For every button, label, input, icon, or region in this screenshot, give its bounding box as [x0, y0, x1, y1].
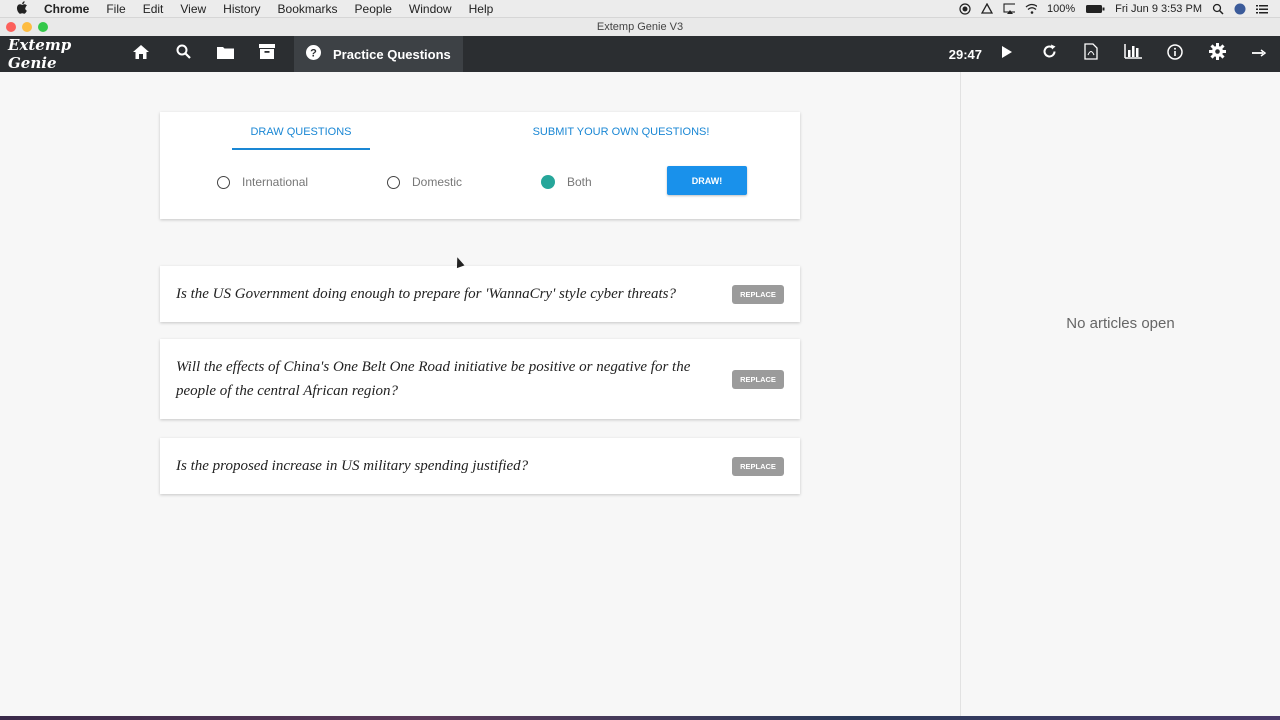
stats-button[interactable] [1112, 36, 1154, 72]
clock[interactable]: Fri Jun 9 3:53 PM [1115, 3, 1202, 15]
menu-app-name[interactable]: Chrome [44, 2, 89, 16]
refresh-button[interactable] [1028, 36, 1070, 72]
main-content: Draw Questions Submit your own questions… [0, 72, 960, 720]
radio-circle [217, 175, 230, 189]
close-window-button[interactable] [6, 22, 16, 32]
empty-articles-message: No articles open [1066, 314, 1175, 332]
radio-circle-selected [541, 175, 555, 189]
radio-label: Domestic [412, 175, 463, 189]
radio-label: Both [567, 175, 592, 189]
draw-panel-tabs: Draw Questions Submit your own questions… [160, 112, 800, 152]
question-card: Is the US Government doing enough to pre… [160, 266, 800, 322]
refresh-icon [1042, 44, 1057, 64]
draw-panel: Draw Questions Submit your own questions… [160, 112, 800, 219]
question-type-options: International Domestic Both Draw! [160, 152, 800, 218]
stats-icon [1124, 44, 1142, 64]
menu-bookmarks[interactable]: Bookmarks [278, 2, 338, 16]
tab-submit-questions[interactable]: Submit your own questions! [521, 112, 721, 152]
folder-icon [216, 45, 234, 64]
radio-circle [387, 175, 400, 189]
play-button[interactable] [986, 36, 1028, 72]
info-button[interactable] [1154, 36, 1196, 72]
draw-button[interactable]: Draw! [667, 166, 747, 195]
minimize-window-button[interactable] [22, 22, 32, 32]
home-icon [133, 44, 149, 64]
airplay-icon[interactable] [1003, 2, 1016, 15]
radio-domestic[interactable]: Domestic [387, 175, 462, 189]
help-icon: ? [306, 45, 321, 63]
menu-edit[interactable]: Edit [143, 2, 164, 16]
search-icon [176, 44, 191, 64]
search-button[interactable] [162, 36, 204, 72]
settings-button[interactable] [1196, 36, 1238, 72]
battery-icon[interactable] [1085, 3, 1105, 15]
record-icon[interactable] [959, 2, 971, 15]
replace-button[interactable]: Replace [732, 456, 784, 476]
os-menu-bar: Chrome File Edit View History Bookmarks … [0, 0, 1280, 18]
menu-people[interactable]: People [355, 2, 392, 16]
menu-help[interactable]: Help [469, 2, 494, 16]
play-icon [1002, 45, 1012, 63]
exit-icon [1252, 45, 1267, 63]
pdf-button[interactable] [1070, 36, 1112, 72]
pdf-icon [1084, 43, 1098, 65]
question-card: Will the effects of China's One Belt One… [160, 339, 800, 419]
folder-button[interactable] [204, 36, 246, 72]
battery-percent: 100% [1047, 2, 1076, 15]
question-text: Will the effects of China's One Belt One… [176, 359, 691, 399]
tab-draw-questions[interactable]: Draw Questions [232, 112, 370, 152]
spotlight-icon[interactable] [1212, 3, 1224, 15]
window-title: Extemp Genie V3 [596, 21, 684, 33]
exit-button[interactable] [1238, 36, 1280, 72]
replace-button[interactable]: Replace [732, 369, 784, 389]
radio-label: International [242, 175, 309, 189]
articles-sidebar: No articles open [960, 72, 1280, 720]
radio-international[interactable]: International [217, 175, 308, 189]
maximize-window-button[interactable] [38, 22, 48, 32]
menu-view[interactable]: View [180, 2, 206, 16]
home-button[interactable] [120, 36, 162, 72]
drive-icon[interactable] [981, 2, 994, 15]
app-toolbar: Extemp Genie ? Practice Questions 29:47 [0, 36, 1280, 72]
tab-practice-questions[interactable]: ? Practice Questions [294, 36, 463, 72]
svg-text:?: ? [310, 48, 317, 60]
question-card: Is the proposed increase in US military … [160, 438, 800, 494]
apple-icon[interactable] [16, 0, 30, 17]
menu-file[interactable]: File [106, 2, 125, 16]
active-section-label: Practice Questions [333, 46, 451, 62]
question-text: Is the US Government doing enough to pre… [176, 286, 676, 302]
archive-icon [259, 44, 275, 64]
app-logo: Extemp Genie [8, 36, 72, 72]
window-controls [6, 22, 48, 32]
radio-both[interactable]: Both [541, 175, 592, 189]
info-icon [1167, 43, 1183, 65]
archive-button[interactable] [246, 36, 288, 72]
notification-center-icon[interactable] [1256, 3, 1268, 15]
window-title-bar: Extemp Genie V3 [0, 18, 1280, 36]
replace-button[interactable]: Replace [732, 284, 784, 304]
wifi-icon[interactable] [1025, 3, 1038, 15]
menu-history[interactable]: History [223, 2, 260, 16]
gear-icon [1208, 43, 1226, 65]
menu-window[interactable]: Window [409, 2, 452, 16]
dock-edge [0, 716, 1280, 720]
siri-icon[interactable] [1234, 3, 1246, 15]
question-text: Is the proposed increase in US military … [176, 458, 529, 474]
countdown-timer: 29:47 [948, 46, 982, 62]
